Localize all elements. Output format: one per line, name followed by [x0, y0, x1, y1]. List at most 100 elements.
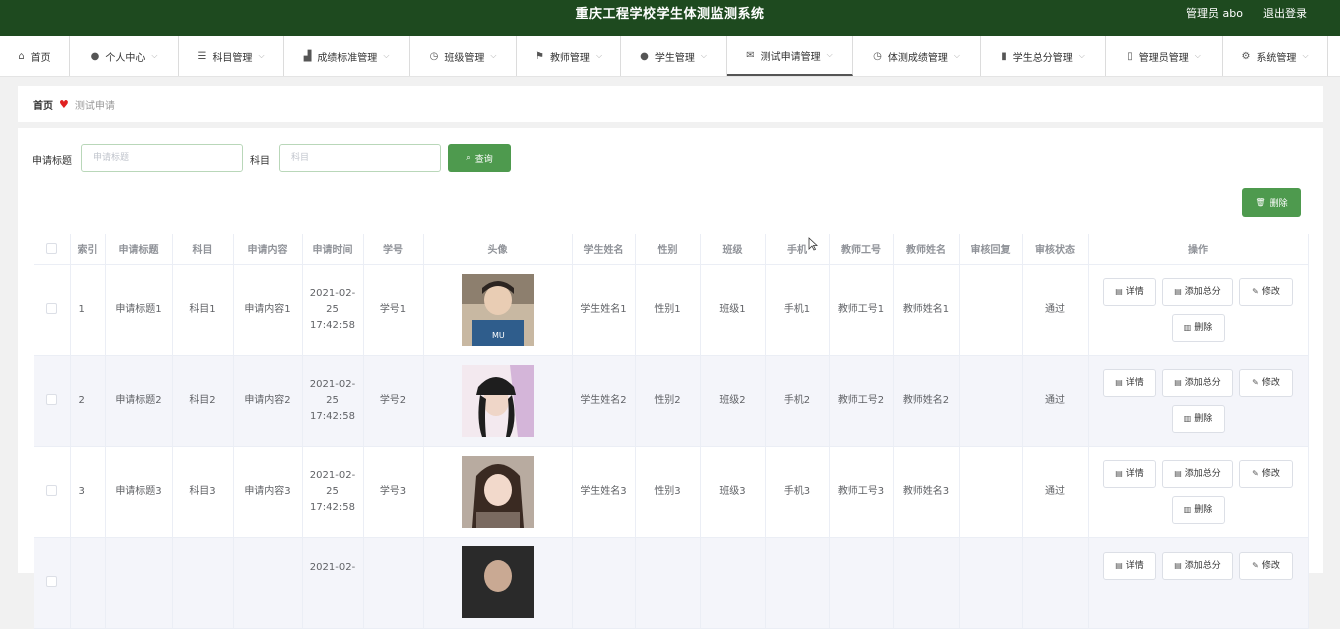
gender-cell: 性别1 [635, 264, 701, 356]
subject-search-input[interactable] [279, 144, 441, 172]
index-cell: 1 [70, 264, 106, 356]
delete-button[interactable]: ▥ 删除 [1171, 313, 1225, 342]
nav-item-score-standard-management[interactable]: ▟ 成绩标准管理 ⌵ [284, 36, 410, 76]
row-checkbox[interactable] [46, 576, 58, 587]
column-header: 学生姓名 [572, 234, 636, 265]
row-select-cell [34, 537, 71, 629]
nav-item-label: 学生总分管理 [1012, 52, 1073, 64]
delete-button[interactable]: ▥ 删除 [1171, 495, 1225, 524]
nav-item-system-management[interactable]: ⚙ 系统管理 ⌵ [1223, 36, 1328, 76]
nav-item-admin-management[interactable]: ▯ 管理员管理 ⌵ [1106, 36, 1223, 76]
select-all-checkbox[interactable] [46, 243, 58, 254]
add-score-button[interactable]: ▤ 添加总分 [1162, 459, 1233, 488]
subject-cell: 科目3 [172, 446, 234, 538]
detail-button[interactable]: ▤ 详情 [1103, 368, 1156, 397]
nav-item-total-score-management[interactable]: ▮ 学生总分管理 ⌵ [981, 36, 1106, 76]
main-nav: ⌂ 首页 ● 个人中心 ⌵ ☰ 科目管理 ⌵ ▟ 成绩标准管理 ⌵ ◷ 班级管理 ⌵ ⚑ 教师管理 ⌵… [0, 36, 1340, 77]
subject-cell [172, 537, 234, 629]
teacher-no-cell: 教师工号3 [829, 446, 894, 538]
table-row: 3 申请标题3 科目3 申请内容3 2021-02-25 17:42:58 学号… [34, 446, 1309, 538]
heart-icon: ♥ [59, 97, 69, 111]
row-checkbox[interactable] [46, 485, 58, 496]
trash-icon: 🗑 [1255, 198, 1266, 207]
time-cell: 2021-02-25 17:42:58 [302, 446, 364, 538]
actions-cell: ▤ 详情 ▤ 添加总分 ✎ 修改 [1088, 537, 1309, 629]
nav-item-home[interactable]: ⌂ 首页 [0, 36, 70, 76]
breadcrumb-home[interactable]: 首页 [33, 97, 53, 112]
detail-button[interactable]: ▤ 详情 [1103, 459, 1156, 488]
edit-button[interactable]: ✎ 修改 [1239, 277, 1293, 306]
teacher-no-cell: 教师工号1 [829, 264, 894, 356]
student-name-cell [572, 537, 636, 629]
edit-button-label: 修改 [1261, 560, 1280, 571]
logout-link[interactable]: 退出登录 [1263, 0, 1307, 28]
query-button[interactable]: ⌕ 查询 [448, 144, 511, 172]
table-row: 2 申请标题2 科目2 申请内容2 2021-02-25 17:42:58 学号… [34, 355, 1309, 447]
detail-button[interactable]: ▤ 详情 [1103, 277, 1156, 306]
phone-cell [765, 537, 830, 629]
title-filter-label: 申请标题 [32, 156, 72, 167]
chevron-down-icon: ⌵ [1302, 51, 1309, 60]
teacher-name-cell: 教师姓名1 [893, 264, 960, 356]
edit-button[interactable]: ✎ 修改 [1239, 459, 1293, 488]
nav-item-teacher-management[interactable]: ⚑ 教师管理 ⌵ [517, 36, 621, 76]
index-cell [70, 537, 106, 629]
mail-icon: ✉ [746, 49, 755, 61]
row-checkbox[interactable] [46, 303, 58, 314]
row-select-cell [34, 446, 71, 538]
avatar-image: MU [461, 273, 534, 346]
student-no-cell: 学号3 [363, 446, 424, 538]
delete-button[interactable]: ▥ 删除 [1171, 404, 1225, 433]
nav-item-subject-management[interactable]: ☰ 科目管理 ⌵ [179, 36, 284, 76]
select-all-cell [34, 234, 71, 265]
row-checkbox[interactable] [46, 394, 58, 405]
index-cell: 3 [70, 446, 106, 538]
avatar-cell [423, 446, 573, 538]
top-bar: 重庆工程学校学生体测监测系统 管理员 abo 退出登录 [0, 0, 1340, 36]
nav-item-label: 系统管理 [1256, 52, 1297, 64]
add-score-button[interactable]: ▤ 添加总分 [1162, 277, 1233, 306]
delete-button-label: 删除 [1194, 322, 1213, 333]
add-score-button[interactable]: ▤ 添加总分 [1162, 551, 1233, 580]
nav-item-test-application-management[interactable]: ✉ 测试申请管理 ⌵ [727, 36, 853, 76]
title-cell [105, 537, 173, 629]
batch-delete-button[interactable]: 🗑 删除 [1242, 188, 1301, 217]
chevron-down-icon: ⌵ [490, 51, 497, 60]
status-cell: 通过 [1022, 446, 1089, 538]
row-select-cell [34, 355, 71, 447]
detail-button[interactable]: ▤ 详情 [1103, 551, 1156, 580]
detail-button-label: 详情 [1125, 560, 1144, 571]
subject-filter-label: 科目 [250, 156, 270, 167]
time-cell: 2021-02- [302, 537, 364, 629]
column-header: 审核回复 [959, 234, 1023, 265]
system-title: 重庆工程学校学生体测监测系统 [575, 7, 765, 22]
nav-item-label: 学生管理 [654, 52, 695, 64]
chart-icon: ▟ [303, 50, 312, 62]
chevron-down-icon: ⌵ [151, 51, 158, 60]
nav-item-personal-center[interactable]: ● 个人中心 ⌵ [70, 36, 179, 76]
nav-item-label: 教师管理 [549, 52, 590, 64]
gender-cell [635, 537, 701, 629]
content-cell [233, 537, 303, 629]
column-header: 班级 [700, 234, 766, 265]
avatar-image [461, 364, 534, 437]
status-cell: 通过 [1022, 355, 1089, 447]
title-cell: 申请标题3 [105, 446, 173, 538]
detail-button-label: 详情 [1125, 468, 1144, 479]
nav-item-class-management[interactable]: ◷ 班级管理 ⌵ [410, 36, 517, 76]
add-score-button[interactable]: ▤ 添加总分 [1162, 368, 1233, 397]
content-cell: 申请内容1 [233, 264, 303, 356]
actions-cell: ▤ 详情 ▤ 添加总分 ✎ 修改 ▥ 删除 [1088, 264, 1309, 356]
edit-button[interactable]: ✎ 修改 [1239, 551, 1293, 580]
title-search-input[interactable] [81, 144, 243, 172]
student-name-cell: 学生姓名2 [572, 355, 636, 447]
nav-item-student-management[interactable]: ● 学生管理 ⌵ [621, 36, 727, 76]
content-cell: 申请内容2 [233, 355, 303, 447]
nav-item-test-score-management[interactable]: ◷ 体测成绩管理 ⌵ [853, 36, 981, 76]
time-cell: 2021-02-25 17:42:58 [302, 355, 364, 447]
user-icon: ● [90, 50, 100, 62]
edit-button[interactable]: ✎ 修改 [1239, 368, 1293, 397]
class-cell [700, 537, 766, 629]
add-score-button-label: 添加总分 [1184, 286, 1221, 297]
phone-cell: 手机2 [765, 355, 830, 447]
